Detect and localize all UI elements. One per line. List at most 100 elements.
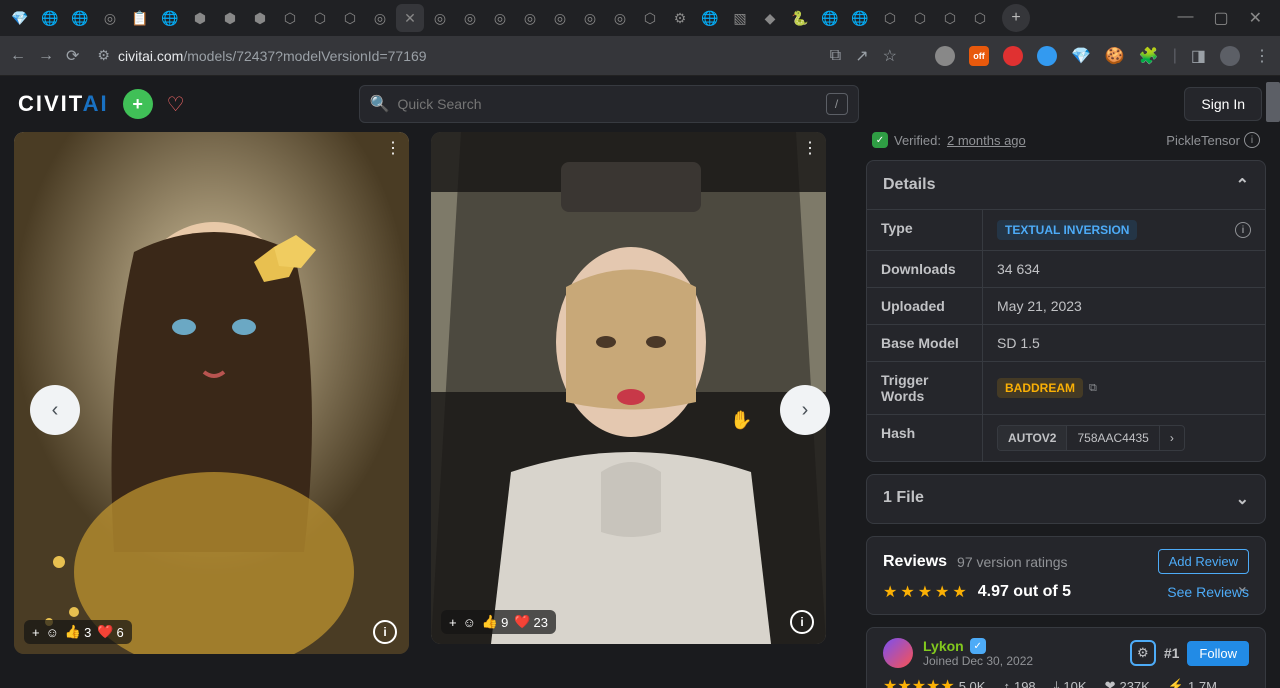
forward-button[interactable]: → — [38, 47, 54, 65]
back-button[interactable]: ← — [10, 47, 26, 65]
image-info-icon[interactable]: i — [373, 620, 397, 644]
search-input[interactable] — [397, 96, 825, 112]
tab-icon[interactable]: ◎ — [426, 4, 454, 32]
add-review-button[interactable]: Add Review — [1158, 549, 1249, 574]
site-logo[interactable]: CIVITAI — [18, 91, 109, 117]
tab-icon[interactable]: ◎ — [606, 4, 634, 32]
tab-icon[interactable]: 🌐 — [36, 4, 64, 32]
tab-icon[interactable]: ⬢ — [186, 4, 214, 32]
favorites-icon[interactable]: ♡ — [167, 92, 185, 117]
scrollbar-thumb[interactable] — [1266, 82, 1280, 122]
tab-icon[interactable]: ◎ — [546, 4, 574, 32]
verified-date-link[interactable]: 2 months ago — [947, 133, 1026, 148]
extension-icon[interactable]: off — [969, 46, 989, 66]
like-count[interactable]: 👍 9 — [482, 614, 508, 630]
tab-icon[interactable]: ◎ — [456, 4, 484, 32]
tab-icon[interactable]: 🌐 — [816, 4, 844, 32]
window-maximize-icon[interactable]: ▢ — [1213, 8, 1228, 28]
extension-icon[interactable]: 🍪 — [1105, 46, 1125, 66]
chevron-down-icon[interactable]: ⌄ — [1236, 576, 1249, 596]
new-tab-button[interactable]: + — [1002, 4, 1030, 32]
extension-icon[interactable] — [935, 46, 955, 66]
tab-icon[interactable]: ⬡ — [276, 4, 304, 32]
follow-button[interactable]: Follow — [1187, 641, 1249, 666]
tab-icon[interactable]: ⬡ — [306, 4, 334, 32]
extension-icon[interactable] — [1037, 46, 1057, 66]
extension-icon[interactable] — [1003, 46, 1023, 66]
tab-icon[interactable]: ◎ — [486, 4, 514, 32]
detail-key: Trigger Words — [867, 362, 982, 414]
site-settings-icon[interactable]: ⚙ — [97, 47, 110, 64]
heart-count[interactable]: ❤️ 6 — [97, 624, 123, 640]
carousel-next-button[interactable]: › — [780, 385, 830, 435]
url-field[interactable]: ⚙ civitai.com/models/72437?modelVersionI… — [91, 47, 817, 64]
hash-box: AUTOV2 758AAC4435 › — [997, 425, 1185, 451]
verified-badge-icon: ✓ — [970, 638, 986, 654]
install-pwa-icon[interactable]: ⧉ — [830, 47, 841, 65]
bookmark-icon[interactable]: ☆ — [883, 46, 897, 66]
side-panel-icon[interactable]: ◨ — [1191, 46, 1206, 66]
tab-icon[interactable]: ⬡ — [966, 4, 994, 32]
tab-icon[interactable]: 💎 — [6, 4, 34, 32]
gallery-image — [431, 132, 826, 644]
tab-icon[interactable]: ◎ — [96, 4, 124, 32]
emoji-picker-icon[interactable]: ☺ — [46, 625, 59, 640]
hash-type[interactable]: AUTOV2 — [998, 426, 1067, 450]
tab-icon[interactable]: 🌐 — [846, 4, 874, 32]
hash-expand-icon[interactable]: › — [1159, 426, 1184, 450]
window-close-icon[interactable]: ✕ — [1249, 8, 1262, 28]
emoji-picker-icon[interactable]: ☺ — [463, 615, 476, 630]
gallery-card[interactable]: ⋮ + ☺ 👍 9 ❤️ 23 i — [431, 132, 826, 644]
tab-icon[interactable]: 📋 — [126, 4, 154, 32]
tab-icon[interactable]: 🌐 — [156, 4, 184, 32]
tab-active[interactable]: ✕ — [396, 4, 424, 32]
page-scrollbar[interactable] — [1266, 132, 1280, 688]
create-button[interactable]: + — [123, 89, 153, 119]
tab-icon[interactable]: ⬡ — [906, 4, 934, 32]
extensions-menu-icon[interactable]: 🧩 — [1139, 46, 1159, 66]
tab-icon[interactable]: ◆ — [756, 4, 784, 32]
tab-icon[interactable]: ⬡ — [876, 4, 904, 32]
info-icon[interactable]: i — [1235, 222, 1251, 238]
tab-icon[interactable]: 🌐 — [696, 4, 724, 32]
tab-icon[interactable]: 🐍 — [786, 4, 814, 32]
tab-icon[interactable]: ⬢ — [216, 4, 244, 32]
reload-button[interactable]: ⟳ — [66, 46, 79, 66]
details-header[interactable]: Details ⌃ — [867, 161, 1265, 209]
chrome-menu-icon[interactable]: ⋮ — [1254, 46, 1270, 66]
image-info-icon[interactable]: i — [790, 610, 814, 634]
card-menu-icon[interactable]: ⋮ — [385, 138, 401, 158]
tab-icon[interactable]: ◎ — [576, 4, 604, 32]
trigger-word-badge[interactable]: BADDREAM — [997, 378, 1083, 398]
creator-avatar[interactable] — [883, 638, 913, 668]
tab-icon[interactable]: ⚙ — [666, 4, 694, 32]
files-panel[interactable]: 1 File ⌄ — [866, 474, 1266, 524]
card-menu-icon[interactable]: ⋮ — [802, 138, 818, 158]
window-minimize-icon[interactable]: — — [1177, 8, 1193, 28]
search-box[interactable]: 🔍 / — [359, 85, 859, 123]
star-icon: ★ — [900, 582, 914, 602]
creator-name-link[interactable]: Lykon — [923, 638, 964, 654]
tab-icon[interactable]: ⬡ — [336, 4, 364, 32]
tab-icon[interactable]: ⬡ — [636, 4, 664, 32]
like-count[interactable]: 👍 3 — [65, 624, 91, 640]
add-reaction-button[interactable]: + — [32, 625, 40, 640]
reaction-bar: + ☺ 👍 3 ❤️ 6 — [24, 620, 132, 644]
tab-icon[interactable]: ⬢ — [246, 4, 274, 32]
hash-value[interactable]: 758AAC4435 — [1067, 426, 1158, 450]
copy-icon[interactable]: ⧉ — [1089, 382, 1097, 395]
profile-icon[interactable] — [1220, 46, 1240, 66]
sign-in-button[interactable]: Sign In — [1184, 87, 1262, 121]
carousel-prev-button[interactable]: ‹ — [30, 385, 80, 435]
tab-icon[interactable]: ▧ — [726, 4, 754, 32]
tab-icon[interactable]: ◎ — [366, 4, 394, 32]
heart-count[interactable]: ❤️ 23 — [514, 614, 548, 630]
stat-stars: ★★★★★ 5.0K — [883, 676, 985, 688]
extension-icon[interactable]: 💎 — [1071, 46, 1091, 66]
tab-icon[interactable]: 🌐 — [66, 4, 94, 32]
tab-icon[interactable]: ⬡ — [936, 4, 964, 32]
add-reaction-button[interactable]: + — [449, 615, 457, 630]
info-icon[interactable]: i — [1244, 132, 1260, 148]
share-icon[interactable]: ↗ — [855, 46, 868, 66]
tab-icon[interactable]: ◎ — [516, 4, 544, 32]
